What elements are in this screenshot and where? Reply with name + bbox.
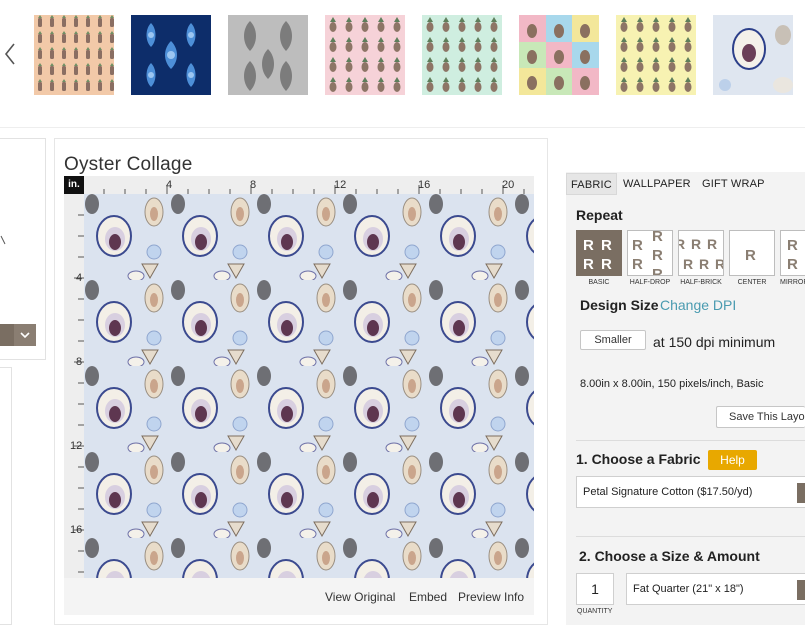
smaller-button[interactable]: Smaller <box>580 330 646 350</box>
svg-text:R: R <box>745 247 756 264</box>
fabric-select[interactable]: Petal Signature Cotton ($17.50/yd) <box>576 476 805 508</box>
ruler-top-label: 20 <box>502 179 515 191</box>
repeat-center-label: CENTER <box>737 279 767 286</box>
repeat-half-drop-label: HALF-DROP <box>629 279 671 286</box>
svg-text:R: R <box>715 256 723 272</box>
svg-text:R: R <box>632 256 643 273</box>
repeat-mirror-option[interactable]: RR <box>780 230 805 276</box>
svg-text:R: R <box>632 237 643 254</box>
ruler-top-label: 12 <box>334 179 347 191</box>
ruler-top-label: 16 <box>418 179 431 191</box>
svg-text:R: R <box>601 256 612 273</box>
repeat-half-drop-icon: RRRRR <box>632 228 663 283</box>
dropdown-arrow-icon <box>797 580 805 600</box>
thumbnail-oyster[interactable] <box>713 15 793 95</box>
svg-text:R: R <box>707 236 717 252</box>
ruler-left-label: 16 <box>70 524 83 536</box>
chevron-left-icon[interactable] <box>2 40 18 68</box>
divider <box>576 536 805 537</box>
ruler-unit: in. <box>64 176 84 194</box>
tab-wallpaper[interactable]: WALLPAPER <box>619 173 695 195</box>
ruler-left-label: 8 <box>76 356 83 368</box>
repeat-half-drop-option[interactable]: RRRRR <box>627 228 673 283</box>
left-dropdown[interactable] <box>0 324 36 346</box>
svg-text:R: R <box>652 266 663 275</box>
choose-size-heading: 2. Choose a Size & Amount <box>579 548 760 564</box>
repeat-mirror-icon: RR <box>787 237 798 273</box>
thumbnail-pineapple-pink[interactable] <box>325 15 405 95</box>
left-secondary-panel <box>0 367 12 625</box>
divider <box>576 440 805 441</box>
embed-link[interactable]: Embed <box>409 590 447 604</box>
repeat-heading: Repeat <box>576 207 623 223</box>
quantity-label: QUANTITY <box>577 608 613 615</box>
svg-text:R: R <box>601 237 612 254</box>
thumbnail-pineapple-mint[interactable] <box>422 15 502 95</box>
svg-text:R: R <box>652 247 663 264</box>
svg-text:R: R <box>583 237 594 254</box>
quantity-input[interactable]: 1 <box>576 573 614 605</box>
design-size-info: 8.00in x 8.00in, 150 pixels/inch, Basic <box>580 378 764 390</box>
thumbnail-pineapple-peach[interactable] <box>34 15 114 95</box>
tab-fabric[interactable]: FABRIC <box>566 173 617 195</box>
change-dpi-link[interactable]: Change DPI <box>660 297 736 313</box>
svg-text:R: R <box>683 256 693 272</box>
ruler-left-label: 4 <box>76 272 83 284</box>
svg-text:R: R <box>679 236 685 252</box>
ruler-horizontal: 4 8 12 16 20 <box>64 176 534 194</box>
preview-info-link[interactable]: Preview Info <box>458 590 524 604</box>
ruler-vertical: 4 8 12 16 <box>64 194 84 578</box>
svg-text:R: R <box>699 256 709 272</box>
save-layout-button[interactable]: Save This Layout <box>716 406 805 428</box>
view-original-link[interactable]: View Original <box>325 590 395 604</box>
repeat-basic-label: BASIC <box>588 279 610 286</box>
repeat-center-option[interactable]: R <box>729 230 775 276</box>
help-button[interactable]: Help <box>708 450 757 470</box>
design-title: Oyster Collage <box>64 154 193 175</box>
repeat-center-icon: R <box>745 247 756 264</box>
svg-text:R: R <box>691 236 701 252</box>
chevron-down-icon <box>14 324 36 346</box>
thumbnail-pineapple-yellow[interactable] <box>616 15 696 95</box>
svg-text:R: R <box>652 231 663 245</box>
size-select-value: Fat Quarter (21" x 18") <box>633 583 744 595</box>
svg-text:R: R <box>787 237 798 254</box>
repeat-half-brick-option[interactable]: RRR RRR <box>675 230 725 276</box>
thumbnail-seahorse-grey[interactable] <box>228 15 308 95</box>
repeat-half-brick-icon: RRR RRR <box>675 236 725 272</box>
dropdown-arrow-icon <box>797 483 805 503</box>
svg-text:R: R <box>583 256 594 273</box>
ruler-left-label: 12 <box>70 440 83 452</box>
choose-fabric-heading: 1. Choose a Fabric <box>576 451 701 467</box>
fabric-select-value: Petal Signature Cotton ($17.50/yd) <box>583 486 753 498</box>
repeat-basic-option[interactable]: RRRR <box>576 230 622 276</box>
related-designs-strip <box>0 0 805 128</box>
repeat-mirror-label: MIRROR <box>780 279 805 286</box>
design-preview-image[interactable] <box>84 194 534 578</box>
tab-gift-wrap[interactable]: GIFT WRAP <box>698 173 769 195</box>
thumbnail-seahorse-navy[interactable] <box>131 15 211 95</box>
ruler-top-label: 4 <box>166 179 173 191</box>
ruler-top-label: 8 <box>250 179 257 191</box>
design-size-heading: Design Size <box>580 297 659 313</box>
svg-text:R: R <box>787 256 798 273</box>
thumbnail-pineapple-patchwork[interactable] <box>519 15 599 95</box>
size-select[interactable]: Fat Quarter (21" x 18") <box>626 573 805 605</box>
repeat-half-brick-label: HALF-BRICK <box>680 279 722 286</box>
dpi-minimum-text: at 150 dpi minimum <box>653 334 776 350</box>
repeat-basic-icon: R RR R <box>583 237 612 273</box>
